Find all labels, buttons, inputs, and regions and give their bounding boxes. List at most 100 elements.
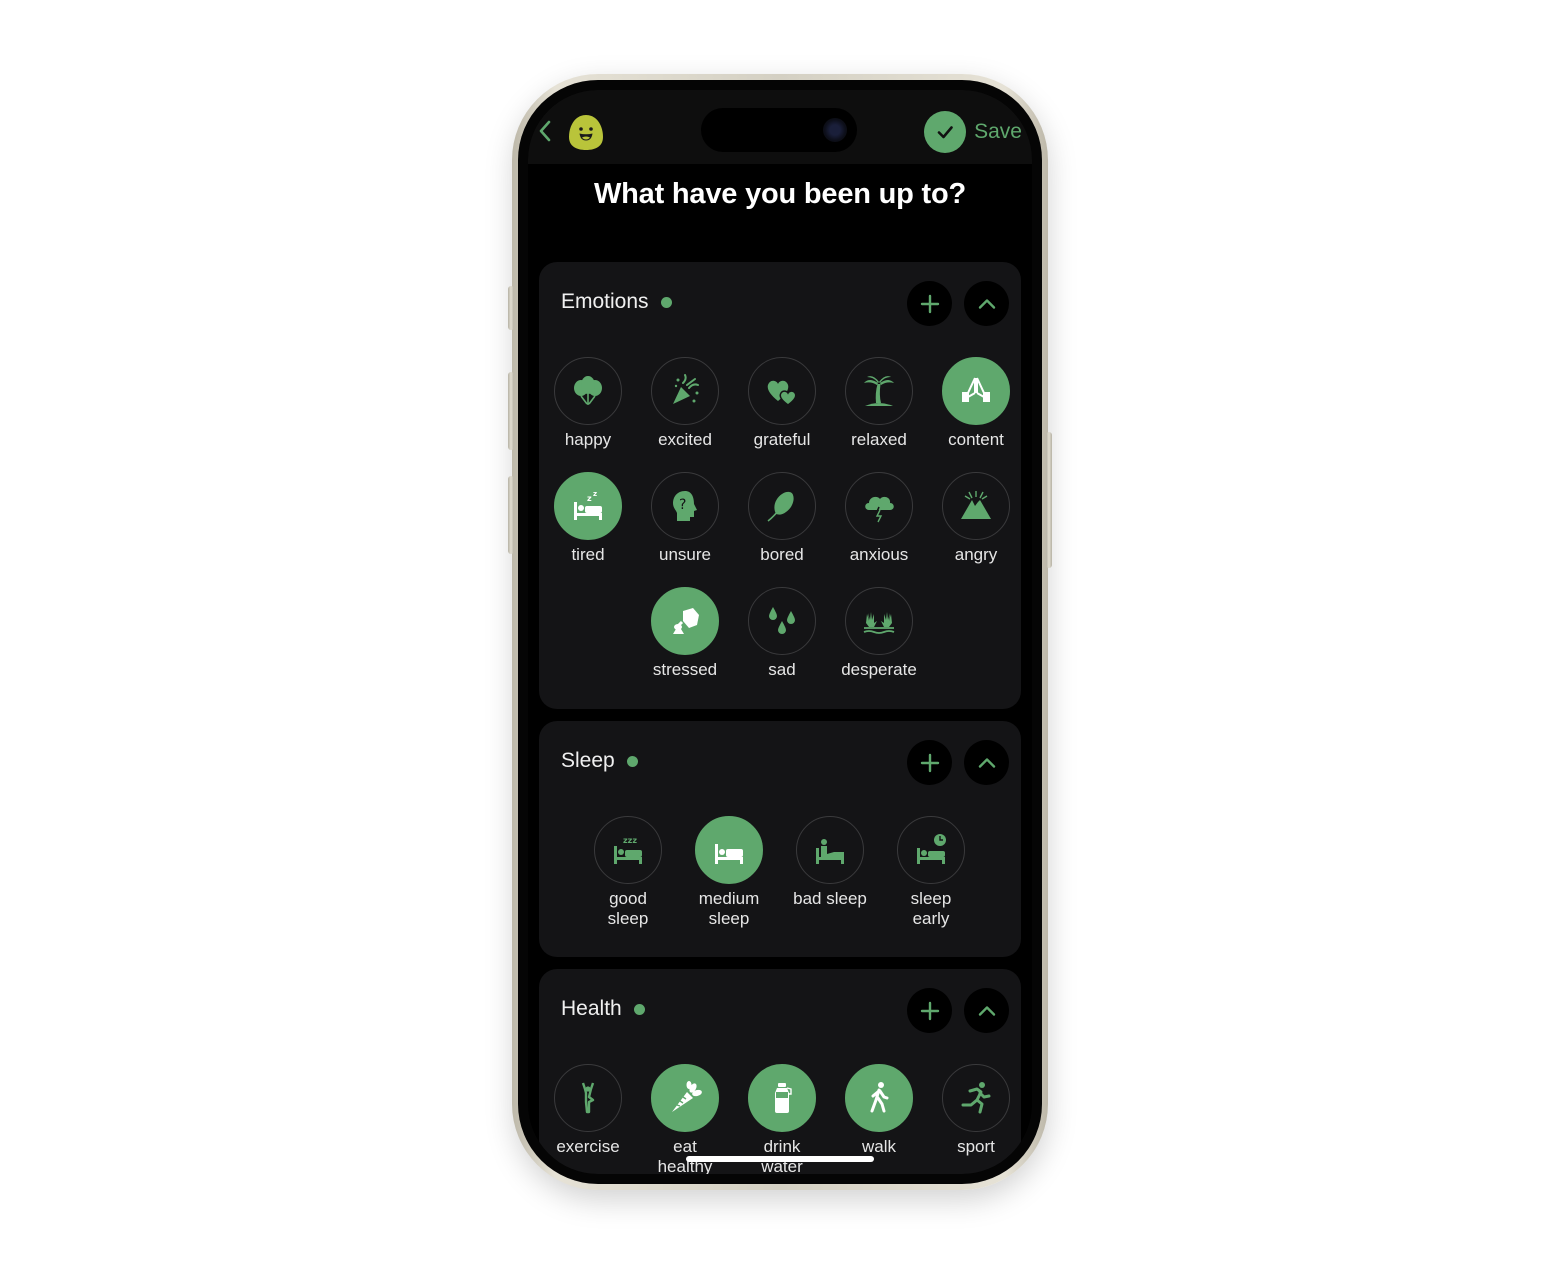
activity-label: desperate — [841, 660, 917, 679]
activity-icon-circle — [748, 1064, 816, 1132]
save-button[interactable]: Save — [924, 110, 1022, 154]
emotions-section: Emotions happy excited grateful relaxed … — [539, 262, 1021, 709]
activity-icon-circle — [897, 816, 965, 884]
carrot-icon — [672, 1081, 702, 1112]
activity-icon-circle — [845, 357, 913, 425]
activity-icon-circle — [845, 587, 913, 655]
back-button[interactable] — [534, 116, 558, 146]
activity-anxious[interactable]: anxious — [830, 472, 928, 565]
activity-icon-circle — [942, 472, 1010, 540]
app-screen: Save What have you been up to? Emotions — [528, 90, 1032, 1174]
activity-sleep-early[interactable]: sleep early — [882, 816, 980, 929]
front-camera — [823, 118, 847, 142]
activity-exercise[interactable]: exercise — [539, 1064, 637, 1157]
add-emotion-button[interactable] — [907, 281, 952, 326]
action-button — [508, 286, 514, 330]
chevron-up-icon — [978, 1005, 995, 1016]
add-health-button[interactable] — [907, 988, 952, 1033]
svg-text:z: z — [587, 494, 592, 503]
activity-stressed[interactable]: stressed — [636, 587, 734, 680]
save-circle — [924, 111, 967, 153]
activity-icon-circle — [651, 1064, 719, 1132]
tear-drops-icon — [769, 607, 795, 634]
bed-zzz-icon: zzz — [614, 836, 642, 864]
activity-label: anxious — [849, 545, 909, 564]
activity-icon-circle — [845, 1064, 913, 1132]
section-header: Emotions — [561, 290, 672, 314]
activity-icon-circle — [748, 587, 816, 655]
chevron-up-icon — [978, 757, 995, 768]
activity-label: bad sleep — [793, 889, 867, 908]
activity-grateful[interactable]: grateful — [733, 357, 831, 450]
water-bottle-icon — [775, 1083, 792, 1113]
status-dot — [626, 755, 638, 767]
chevron-up-icon — [978, 298, 995, 309]
activity-desperate[interactable]: desperate — [830, 587, 928, 680]
activity-label: content — [948, 430, 1004, 449]
running-person-icon — [961, 1082, 991, 1114]
activity-good-sleep[interactable]: zzz good sleep — [579, 816, 677, 929]
plus-icon — [920, 294, 939, 313]
status-dot — [633, 1003, 645, 1015]
activity-label: stressed — [652, 660, 718, 679]
app-logo — [566, 112, 606, 152]
activity-content[interactable]: content — [927, 357, 1025, 450]
home-indicator[interactable] — [686, 1156, 874, 1162]
activity-label: walk — [861, 1137, 896, 1156]
drowning-hands-icon — [863, 612, 895, 634]
chevron-left-icon — [539, 120, 551, 142]
volume-up-button — [508, 372, 514, 450]
activity-label: sad — [768, 660, 796, 679]
activity-icon-circle — [942, 1064, 1010, 1132]
activity-relaxed[interactable]: relaxed — [830, 357, 928, 450]
section-actions — [907, 740, 1009, 785]
activity-label: medium sleep — [698, 889, 760, 928]
activity-icon-circle — [942, 357, 1010, 425]
two-hearts-icon — [767, 380, 797, 406]
status-dot — [660, 296, 672, 308]
section-title: Emotions — [561, 290, 649, 313]
collapse-emotions-button[interactable] — [964, 281, 1009, 326]
activity-sad[interactable]: sad — [733, 587, 831, 680]
dynamic-island — [701, 108, 857, 152]
activity-label: relaxed — [851, 430, 907, 449]
checkmark-icon — [937, 126, 953, 139]
activity-medium-sleep[interactable]: medium sleep — [680, 816, 778, 929]
activity-unsure[interactable]: ? unsure — [636, 472, 734, 565]
activity-tired[interactable]: z z tired — [539, 472, 637, 565]
activity-excited[interactable]: excited — [636, 357, 734, 450]
activity-label: exercise — [556, 1137, 620, 1156]
page-title: What have you been up to? — [593, 178, 966, 210]
palm-tree-icon — [864, 376, 894, 406]
pressing-hand-icon — [673, 608, 699, 634]
volume-down-button — [508, 476, 514, 554]
activity-angry[interactable]: angry — [927, 472, 1025, 565]
activity-happy[interactable]: happy — [539, 357, 637, 450]
bed-icon — [715, 844, 743, 864]
plus-icon — [920, 1001, 939, 1020]
health-section: Health exercise eat healthy drink water … — [539, 969, 1021, 1174]
activity-icon-circle — [845, 472, 913, 540]
activity-icon-circle: zzz — [594, 816, 662, 884]
add-sleep-button[interactable] — [907, 740, 952, 785]
activity-walk[interactable]: walk — [830, 1064, 928, 1157]
section-actions — [907, 281, 1009, 326]
activity-label: angry — [954, 545, 998, 564]
activity-label: happy — [564, 430, 612, 449]
activity-icon-circle — [554, 1064, 622, 1132]
activity-label: good sleep — [607, 889, 649, 928]
sleep-section: Sleep zzz good sleep medium sleep bad sl… — [539, 721, 1021, 957]
activity-label: sleep early — [910, 889, 952, 928]
collapse-sleep-button[interactable] — [964, 740, 1009, 785]
activity-sport[interactable]: sport — [927, 1064, 1025, 1157]
activity-label: tired — [571, 545, 605, 564]
navigation-bar: Save — [528, 90, 1032, 164]
balloons-icon — [574, 376, 602, 405]
collapse-health-button[interactable] — [964, 988, 1009, 1033]
activity-icon-circle: ? — [651, 472, 719, 540]
section-actions — [907, 988, 1009, 1033]
activity-label: unsure — [659, 545, 711, 564]
activity-bad-sleep[interactable]: bad sleep — [781, 816, 879, 909]
activity-bored[interactable]: bored — [733, 472, 831, 565]
yoga-pose-icon — [581, 1082, 595, 1114]
